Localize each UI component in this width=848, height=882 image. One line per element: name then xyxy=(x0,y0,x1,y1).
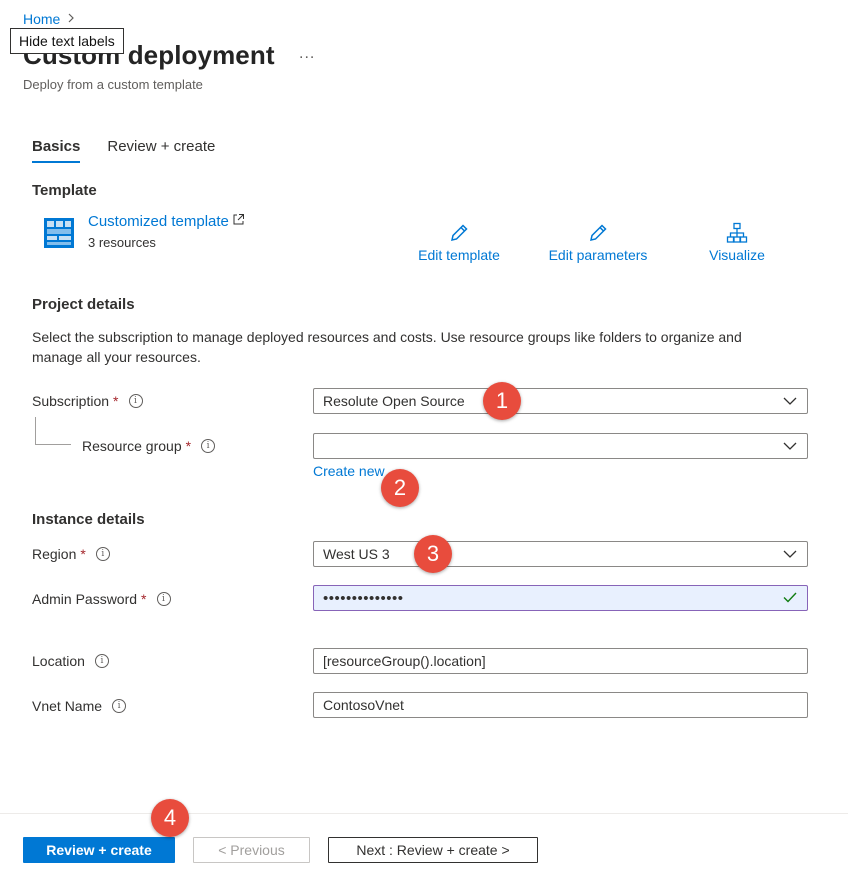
subscription-value: Resolute Open Source xyxy=(323,393,465,409)
edit-parameters-label: Edit parameters xyxy=(548,247,648,263)
visualize-button[interactable]: Visualize xyxy=(677,222,797,263)
more-options-button[interactable]: ... xyxy=(299,45,315,63)
vnet-name-label: Vnet Name i xyxy=(32,698,127,714)
footer-divider xyxy=(0,813,848,814)
admin-password-value: •••••••••••••• xyxy=(323,589,404,607)
checkmark-icon xyxy=(782,589,798,608)
customized-template-label: Customized template xyxy=(88,213,229,230)
info-icon[interactable]: i xyxy=(156,592,171,606)
location-label-text: Location xyxy=(32,653,85,669)
pencil-icon xyxy=(399,222,519,244)
instance-details-title: Instance details xyxy=(32,511,145,528)
chevron-down-icon xyxy=(782,438,798,454)
required-marker: * xyxy=(185,438,192,454)
admin-password-label: Admin Password * i xyxy=(32,591,171,607)
customized-template-link[interactable]: Customized template xyxy=(88,213,245,230)
subscription-label-text: Subscription xyxy=(32,393,110,409)
required-marker: * xyxy=(141,591,147,607)
external-link-icon xyxy=(232,213,245,230)
admin-password-label-text: Admin Password xyxy=(32,591,138,607)
page-subtitle: Deploy from a custom template xyxy=(23,77,203,92)
region-value: West US 3 xyxy=(323,546,390,562)
project-details-description: Select the subscription to manage deploy… xyxy=(32,329,742,365)
resource-group-label: Resource group * i xyxy=(82,438,216,454)
callout-4: 4 xyxy=(151,799,189,837)
info-icon[interactable]: i xyxy=(95,547,110,561)
info-icon[interactable]: i xyxy=(94,654,109,668)
callout-3: 3 xyxy=(414,535,452,573)
vnet-name-value: ContosoVnet xyxy=(323,697,404,713)
info-icon[interactable]: i xyxy=(112,699,127,713)
info-icon[interactable]: i xyxy=(128,394,143,408)
location-label: Location i xyxy=(32,653,109,669)
info-icon[interactable]: i xyxy=(201,439,216,453)
tab-list: Basics Review + create xyxy=(32,138,215,163)
create-new-resource-group-link[interactable]: Create new xyxy=(313,463,385,479)
template-icon xyxy=(44,218,74,248)
callout-2: 2 xyxy=(381,469,419,507)
region-dropdown[interactable]: West US 3 xyxy=(313,541,808,567)
chevron-down-icon xyxy=(782,546,798,562)
edit-parameters-button[interactable]: Edit parameters xyxy=(538,222,658,263)
template-section-title: Template xyxy=(32,182,97,199)
location-value: [resourceGroup().location] xyxy=(323,653,486,669)
location-input[interactable]: [resourceGroup().location] xyxy=(313,648,808,674)
tab-basics[interactable]: Basics xyxy=(32,138,81,163)
required-marker: * xyxy=(113,393,119,409)
chevron-down-icon xyxy=(782,393,798,409)
tree-connector-vertical xyxy=(35,417,36,444)
next-review-create-button[interactable]: Next : Review + create > xyxy=(328,837,538,863)
region-label: Region * i xyxy=(32,546,110,562)
breadcrumb-home-link[interactable]: Home xyxy=(23,11,60,27)
tab-review-create[interactable]: Review + create xyxy=(107,138,215,163)
tree-connector-horizontal xyxy=(35,444,71,445)
chevron-right-icon xyxy=(66,12,76,26)
vnet-name-label-text: Vnet Name xyxy=(32,698,103,714)
subscription-dropdown[interactable]: Resolute Open Source xyxy=(313,388,808,414)
template-resource-count: 3 resources xyxy=(88,235,156,250)
breadcrumb: Home xyxy=(23,11,76,27)
pencil-icon xyxy=(538,222,658,244)
project-details-title: Project details xyxy=(32,296,135,313)
resource-group-dropdown[interactable] xyxy=(313,433,808,459)
admin-password-input[interactable]: •••••••••••••• xyxy=(313,585,808,611)
review-create-button[interactable]: Review + create xyxy=(23,837,175,863)
resource-group-label-text: Resource group xyxy=(82,438,182,454)
required-marker: * xyxy=(80,546,86,562)
vnet-name-input[interactable]: ContosoVnet xyxy=(313,692,808,718)
hierarchy-icon xyxy=(677,222,797,244)
callout-1: 1 xyxy=(483,382,521,420)
visualize-label: Visualize xyxy=(709,247,765,263)
subscription-label: Subscription * i xyxy=(32,393,143,409)
edit-template-button[interactable]: Edit template xyxy=(399,222,519,263)
edit-template-label: Edit template xyxy=(418,247,500,263)
previous-button[interactable]: < Previous xyxy=(193,837,310,863)
region-label-text: Region xyxy=(32,546,77,562)
tooltip: Hide text labels xyxy=(10,28,124,54)
